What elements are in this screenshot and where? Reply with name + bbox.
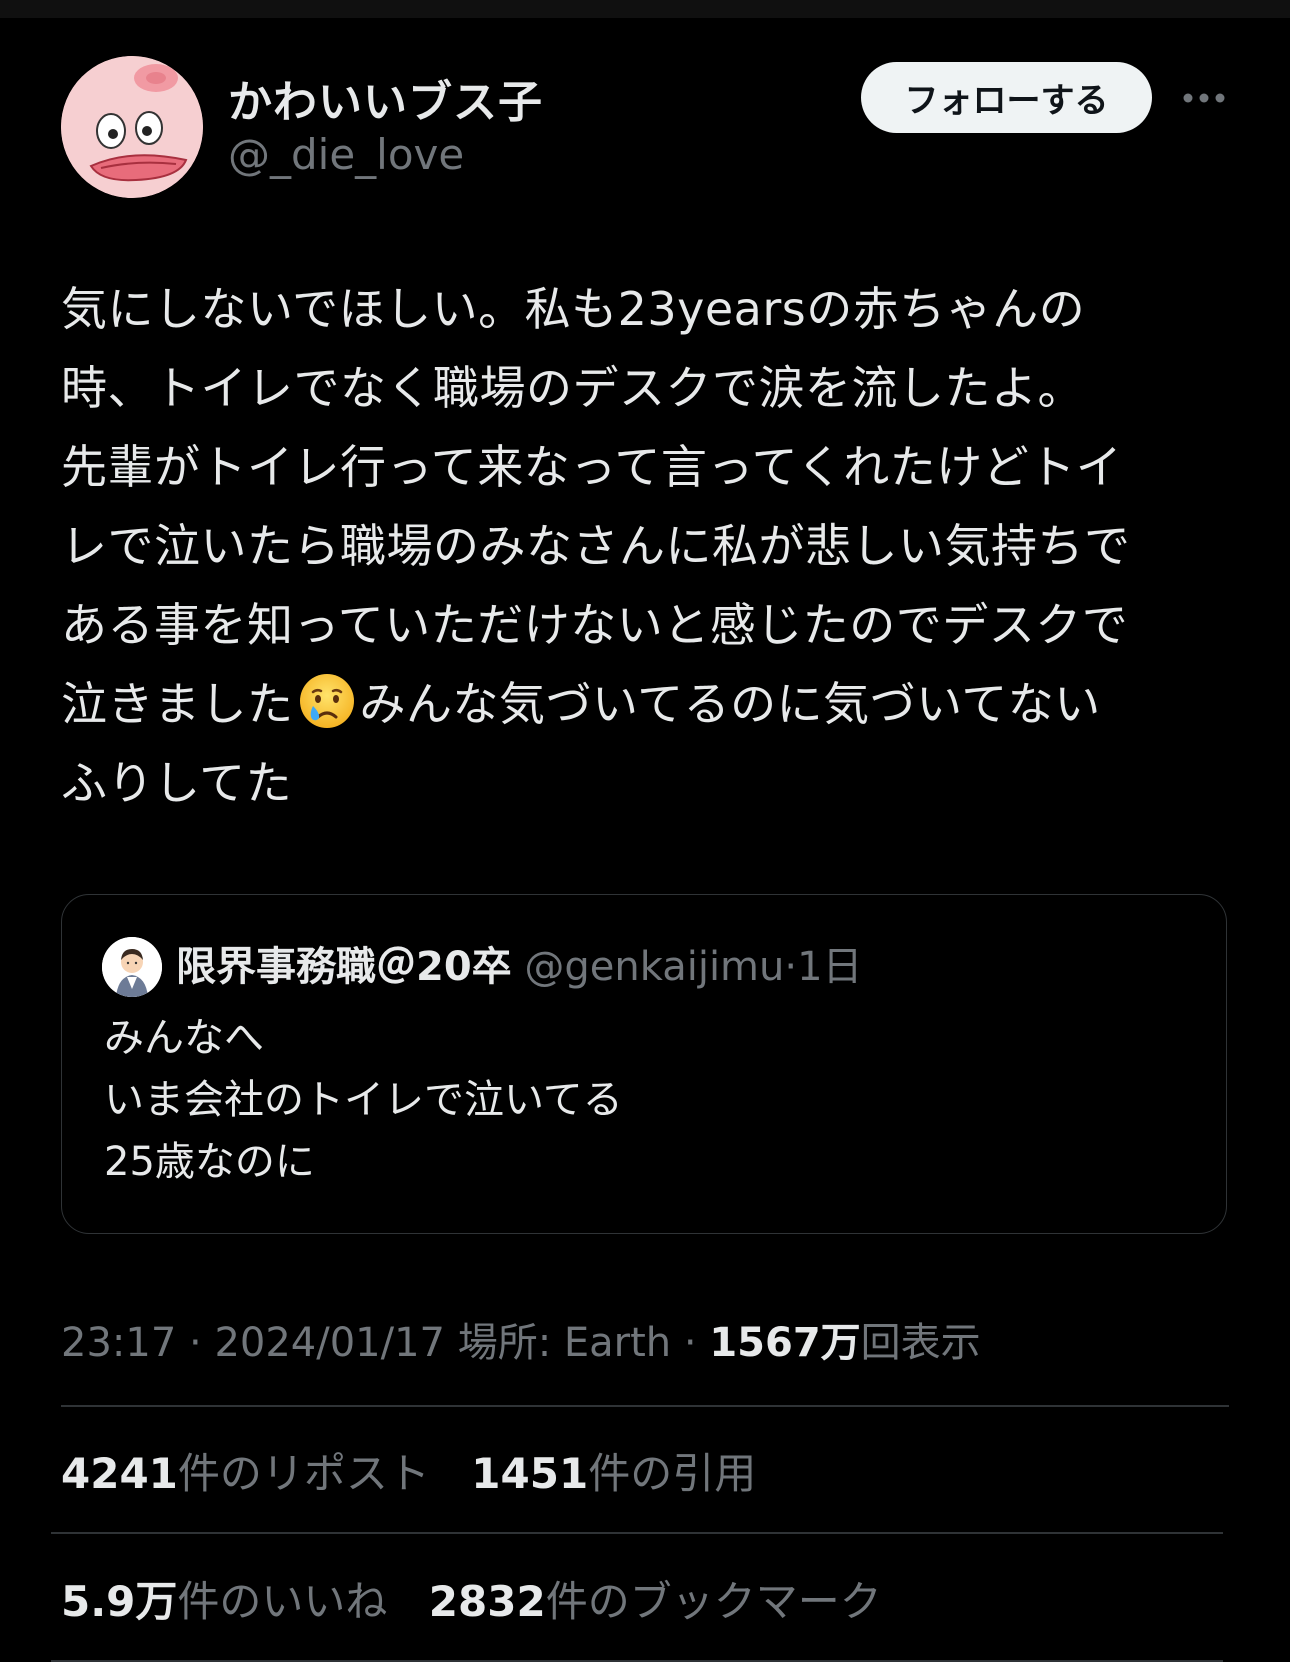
quoted-display-name[interactable]: 限界事務職＠20卒	[176, 944, 512, 990]
separator-dot: ·	[784, 944, 798, 990]
tweet-line: 泣きました みんな気づいてるのに気づいてない	[61, 665, 1236, 744]
tweet-line: ある事を知っていただけないと感じたのでデスクで	[61, 598, 1129, 652]
quoted-user-handle[interactable]: @genkaijimu	[524, 944, 784, 990]
crying-face-icon	[299, 674, 354, 728]
status-bar-strip	[0, 0, 1290, 18]
reposts-label: 件のリポスト	[177, 1449, 430, 1498]
likes-count: 5.9万	[61, 1577, 178, 1626]
follow-button[interactable]: フォローする	[861, 62, 1152, 133]
tweet-meta: 23:17 · 2024/01/17 場所: Earth · 1567万回表示	[61, 1310, 981, 1368]
tweet-line-part: みんな気づいてるのに気づいてない	[359, 677, 1101, 731]
bookmarks-count: 2832	[428, 1577, 546, 1626]
quotes-label: 件の引用	[588, 1449, 757, 1498]
divider	[51, 1660, 1223, 1662]
quotes-stat[interactable]: 1451件の引用	[471, 1440, 756, 1501]
divider	[51, 1532, 1223, 1534]
more-options-icon[interactable]	[1180, 80, 1228, 116]
quoted-tweet-line: いま会社のトイレで泣いてる	[104, 1077, 623, 1123]
stats-row-likes: 5.9万件のいいね 2832件のブックマーク	[61, 1568, 910, 1629]
stats-row-reposts: 4241件のリポスト 1451件の引用	[61, 1440, 784, 1501]
quoted-tweet-header: 限界事務職＠20卒 @genkaijimu·1日	[176, 937, 863, 997]
tweet-time[interactable]: 23:17	[61, 1320, 176, 1366]
quoted-tweet-line: みんなへ	[104, 1015, 264, 1061]
tweet-line: レで泣いたら職場のみなさんに私が悲しい気持ちで	[61, 519, 1131, 573]
views-label: 回表示	[860, 1320, 981, 1366]
likes-stat[interactable]: 5.9万件のいいね	[61, 1568, 387, 1629]
likes-label: 件のいいね	[177, 1577, 388, 1626]
tweet-date[interactable]: 2024/01/17	[214, 1320, 445, 1366]
reposts-stat[interactable]: 4241件のリポスト	[61, 1440, 430, 1501]
quoted-tweet-time: 1日	[797, 944, 863, 990]
quoted-tweet-card[interactable]: 限界事務職＠20卒 @genkaijimu·1日 みんなへ いま会社のトイレで泣…	[61, 894, 1227, 1234]
tweet-line-part: 泣きました	[61, 677, 294, 731]
user-handle[interactable]: @_die_love	[228, 130, 464, 179]
quoted-user-avatar[interactable]	[102, 937, 162, 997]
tweet-location: 場所: Earth	[457, 1320, 672, 1366]
tweet-line: 先輩がトイレ行って来なって言ってくれたけどトイ	[61, 440, 1123, 494]
divider	[61, 1405, 1229, 1407]
quoted-tweet-line: 25歳なのに	[104, 1139, 315, 1185]
tweet-text: 気にしないでほしい。私も23yearsの赤ちゃんの 時、トイレでなく職場のデスク…	[61, 270, 1236, 823]
separator-dot: ·	[683, 1320, 697, 1366]
bookmarks-stat[interactable]: 2832件のブックマーク	[429, 1568, 882, 1629]
reposts-count: 4241	[61, 1449, 178, 1498]
avatar-image	[61, 56, 203, 198]
separator-dot: ·	[189, 1320, 202, 1366]
tweet-line: 時、トイレでなく職場のデスクで涙を流したよ。	[61, 361, 1084, 415]
quoted-tweet-text: みんなへ いま会社のトイレで泣いてる 25歳なのに	[104, 1007, 623, 1193]
quotes-count: 1451	[471, 1449, 589, 1498]
tweet-line: ふりしてた	[61, 756, 293, 810]
views-count: 1567万	[709, 1320, 861, 1366]
bookmarks-label: 件のブックマーク	[545, 1577, 882, 1626]
tweet-line: 気にしないでほしい。私も23yearsの赤ちゃんの	[61, 282, 1086, 336]
quoted-avatar-image	[102, 937, 162, 997]
user-avatar[interactable]	[61, 56, 203, 198]
display-name[interactable]: かわいいブス子	[228, 66, 543, 130]
